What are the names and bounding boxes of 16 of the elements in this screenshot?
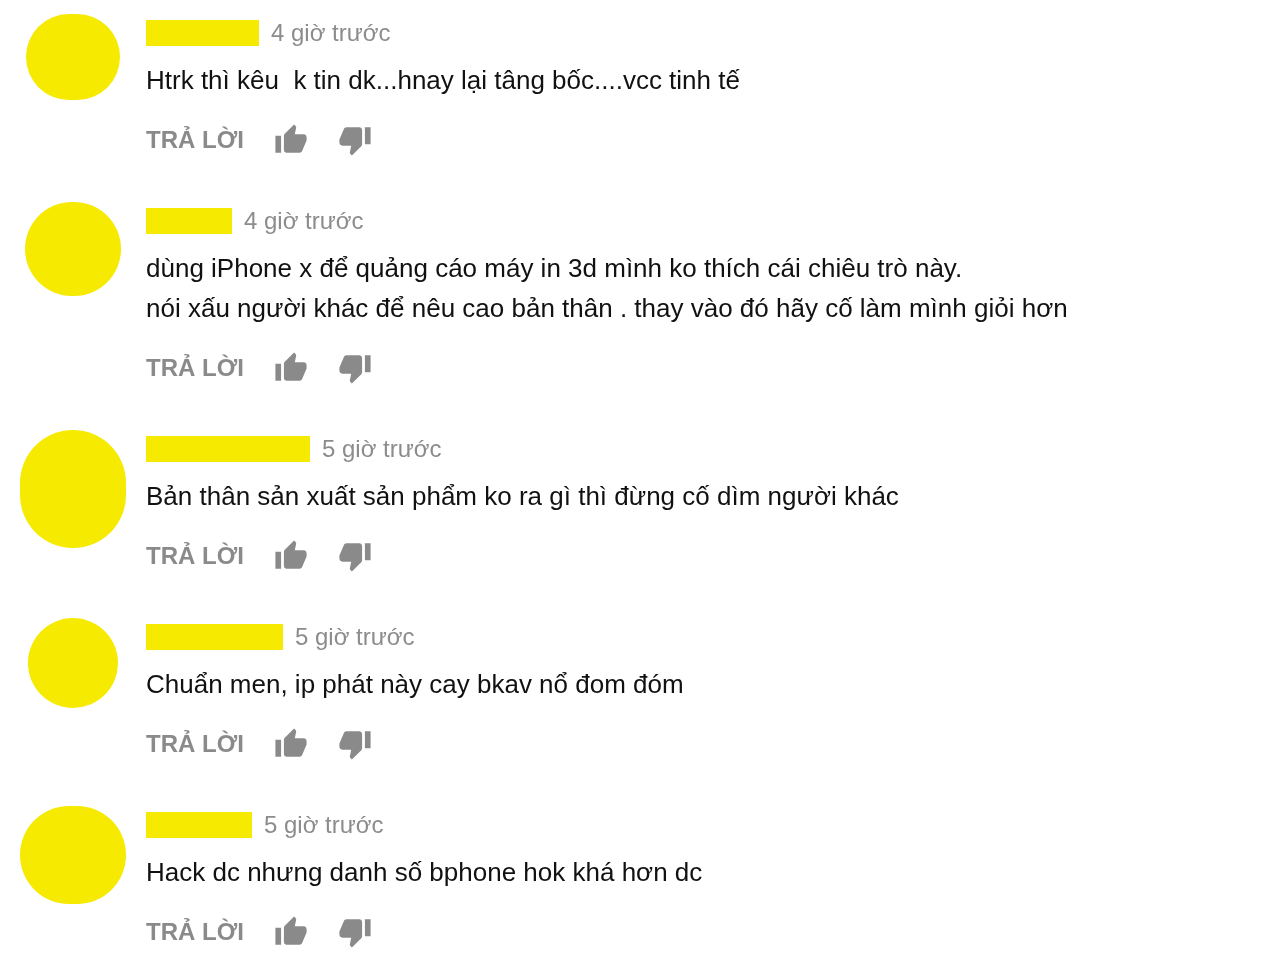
reply-button[interactable]: TRẢ LỜI — [146, 914, 244, 950]
comment-time: 5 giờ trước — [295, 622, 415, 652]
reply-button[interactable]: TRẢ LỜI — [146, 538, 244, 574]
reply-button[interactable]: TRẢ LỜI — [146, 122, 244, 158]
comment-text: nói xấu người khác để nêu cao bản thân . thay vào đó hãy cố làm mình giỏi hơn — [146, 292, 1068, 325]
comment-time: 5 giờ trước — [264, 810, 384, 840]
comment-time: 5 giờ trước — [322, 434, 442, 464]
comment-text: Htrk thì kêu k tin dk...hnay lại tâng bốc....vcc tinh tế — [146, 64, 740, 97]
reply-button[interactable]: TRẢ LỜI — [146, 350, 244, 386]
comment-time: 4 giờ trước — [244, 206, 364, 236]
comment-text: Bản thân sản xuất sản phẩm ko ra gì thì đừng cố dìm người khác — [146, 480, 899, 513]
reply-button[interactable]: TRẢ LỜI — [146, 726, 244, 762]
comment-text: Hack dc nhưng danh số bphone hok khá hơn dc — [146, 856, 703, 889]
comment-text: dùng iPhone x để quảng cáo máy in 3d mình ko thích cái chiêu trò này. — [146, 252, 964, 285]
comment-text: Chuẩn men, ip phát này cay bkav nổ đom đóm — [146, 668, 684, 701]
comment-time: 4 giờ trước — [271, 18, 391, 48]
